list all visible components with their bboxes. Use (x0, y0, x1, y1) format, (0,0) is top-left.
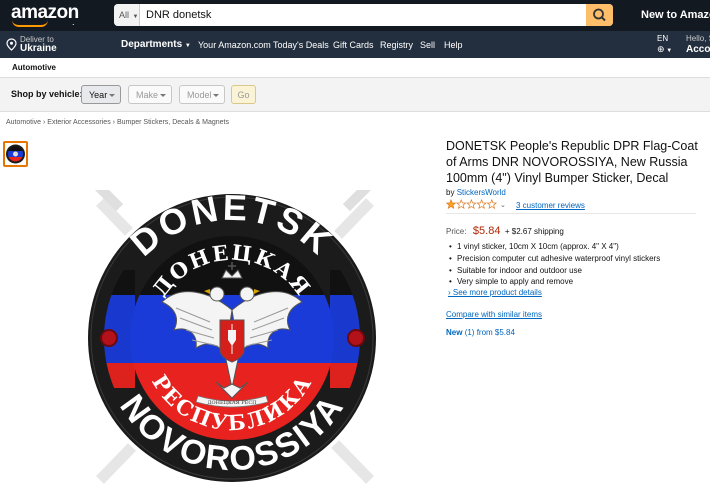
year-select-label: Year (89, 90, 108, 100)
location-pin-icon (6, 38, 17, 51)
breadcrumb: Automotive › Exterior Accessories › Bump… (6, 119, 229, 126)
model-select-label: Model (187, 90, 212, 100)
product-thumbnail[interactable] (3, 141, 28, 167)
departments-menu[interactable]: Departments ▼ (121, 39, 191, 50)
breadcrumb-separator: › (112, 119, 115, 126)
caret-down-icon (213, 94, 219, 97)
breadcrumb-automotive[interactable]: Automotive (6, 119, 41, 126)
model-select[interactable]: Model (179, 85, 225, 104)
new-offers[interactable]: New (1) from $5.84 (446, 328, 515, 337)
logo-suffix: . (72, 17, 75, 27)
breadcrumb-separator: › (42, 119, 46, 126)
top-nav-bar: amazon . All ▼ New to Amazon (0, 0, 710, 31)
breadcrumb-bumper-stickers[interactable]: Bumper Stickers, Decals & Magnets (117, 119, 229, 126)
star-icon (486, 199, 498, 209)
new-offers-text: (1) from $5.84 (464, 328, 515, 337)
caret-down-icon (160, 94, 166, 97)
search-input[interactable] (140, 4, 588, 26)
make-select-label: Make (136, 90, 159, 100)
price-row: Price: $5.84 + $2.67 shipping (446, 221, 564, 239)
ribbon-text: ДОНЕЦКАЯ РЕСП (207, 400, 257, 406)
star-icon (466, 199, 477, 209)
byline: by StickersWorld (446, 188, 506, 197)
compare-similar-items-link[interactable]: Compare with similar items (446, 310, 542, 319)
make-select[interactable]: Make (128, 85, 172, 104)
year-select[interactable]: Year (81, 85, 121, 104)
nav-link-registry[interactable]: Registry (380, 40, 413, 50)
customer-reviews-link[interactable]: 3 customer reviews (516, 201, 585, 210)
nav-link-your-amazon[interactable]: Your Amazon.com (198, 40, 271, 50)
go-button[interactable]: Go (231, 85, 256, 104)
nav-link-gift-cards[interactable]: Gift Cards (333, 40, 374, 50)
product-title: DONETSK People's Republic DPR Flag-Coat … (446, 139, 698, 185)
star-rating[interactable] (446, 199, 498, 210)
star-icon (446, 199, 457, 209)
caret-down-icon: ▼ (184, 43, 191, 49)
new-offers-label: New (446, 328, 463, 337)
shop-by-vehicle-label: Shop by vehicle: (11, 89, 83, 99)
red-stud-left (100, 329, 118, 347)
departments-label: Departments (121, 39, 183, 50)
nav-link-todays-deals[interactable]: Today's Deals (273, 40, 329, 50)
product-main-image[interactable]: DONETSK ДОНЕЦКАЯ РЕСПУБЛИКА NOVOROSSIYA … (80, 190, 385, 486)
divider (446, 213, 696, 214)
sticker-thumbnail-image (6, 144, 25, 164)
feature-bullets: 1 vinyl sticker, 10cm X 10cm (approx. 4"… (448, 241, 660, 288)
breadcrumb-exterior-accessories[interactable]: Exterior Accessories (47, 119, 110, 126)
search-bar: All ▼ (114, 4, 613, 26)
see-more-details-link[interactable]: › See more product details (448, 288, 542, 297)
chevron-down-icon[interactable]: ⌄ (500, 201, 506, 209)
price-label: Price: (446, 227, 467, 236)
byline-prefix: by (446, 188, 455, 197)
nav-link-help[interactable]: Help (444, 40, 463, 50)
red-stud-right (347, 329, 365, 347)
subnav-automotive-link[interactable]: Automotive (12, 63, 56, 72)
shipping-cost: + $2.67 shipping (504, 227, 564, 236)
search-category-label: All (119, 10, 130, 20)
star-icon (476, 199, 487, 209)
secondary-nav-bar: Deliver to Ukraine Departments ▼ Your Am… (0, 31, 710, 58)
shop-by-vehicle-bar: Shop by vehicle: Year Make Model Go (0, 78, 710, 112)
category-subnav: Automotive (0, 58, 710, 78)
globe-icon[interactable]: ⊕ ▼ (657, 44, 672, 55)
search-category-dropdown[interactable]: All ▼ (114, 4, 140, 26)
brand-link[interactable]: StickersWorld (457, 188, 506, 197)
search-button[interactable] (586, 4, 613, 26)
star-icon (455, 199, 467, 209)
deliver-country: Ukraine (20, 43, 57, 54)
feature-bullet: Suitable for indoor and outdoor use (448, 265, 660, 277)
new-customer-link[interactable]: New to Amazon (641, 9, 710, 21)
chevron-down-icon: ▼ (132, 14, 139, 20)
caret-down-icon (109, 94, 115, 97)
account-menu[interactable]: Account (686, 44, 710, 55)
language-code[interactable]: EN (657, 34, 668, 43)
feature-bullet: Precision computer cut adhesive waterpro… (448, 253, 660, 265)
feature-bullet: 1 vinyl sticker, 10cm X 10cm (approx. 4"… (448, 241, 660, 253)
nav-link-sell[interactable]: Sell (420, 40, 435, 50)
feature-bullet: Very simple to apply and remove (448, 276, 660, 288)
price-value: $5.84 (472, 225, 501, 237)
sign-in-greeting[interactable]: Hello, Sign in (686, 34, 710, 43)
search-icon (593, 8, 606, 22)
amazon-smile-icon (12, 20, 48, 27)
